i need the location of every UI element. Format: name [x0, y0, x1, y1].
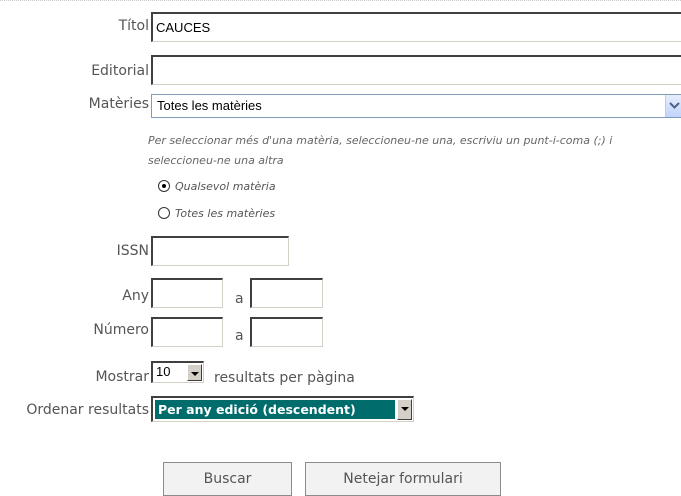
- top-divider: [0, 0, 681, 3]
- any-to-input[interactable]: [250, 278, 323, 308]
- ordenar-label: Ordenar resultats: [26, 402, 149, 418]
- mostrar-label: Mostrar: [95, 369, 149, 385]
- ordenar-select[interactable]: Per any edició (descendent): [151, 396, 414, 422]
- any-label: Any: [122, 288, 149, 304]
- any-separator: a: [235, 291, 244, 307]
- radio-label: Qualsevol matèria: [175, 180, 276, 193]
- radio-label: Totes les matèries: [175, 207, 276, 220]
- chevron-down-icon[interactable]: [665, 95, 681, 117]
- materies-selected: Totes les matèries: [157, 98, 262, 113]
- numero-separator: a: [235, 328, 244, 344]
- editorial-input[interactable]: [151, 55, 681, 85]
- issn-label: ISSN: [116, 243, 149, 259]
- radio-button[interactable]: [158, 207, 170, 219]
- materies-select[interactable]: Totes les matèries: [151, 94, 681, 118]
- materies-hint: Per seleccionar més d'una matèria, selec…: [148, 134, 613, 167]
- numero-from-input[interactable]: [151, 317, 223, 347]
- numero-to-input[interactable]: [250, 317, 323, 347]
- any-from-input[interactable]: [151, 278, 223, 308]
- ordenar-selected: Per any edició (descendent): [158, 402, 356, 417]
- mostrar-suffix: resultats per pàgina: [214, 370, 355, 386]
- editorial-label: Editorial: [91, 63, 149, 79]
- radio-button-checked[interactable]: [158, 180, 170, 192]
- mostrar-selected: 10: [156, 364, 171, 379]
- titol-label: Títol: [118, 18, 149, 34]
- mostrar-select[interactable]: 10: [151, 361, 204, 383]
- titol-input[interactable]: CAUCES: [151, 12, 681, 42]
- materies-label: Matèries: [88, 96, 149, 112]
- chevron-down-icon[interactable]: [187, 364, 202, 381]
- chevron-down-icon[interactable]: [397, 399, 412, 420]
- search-button[interactable]: Buscar: [163, 462, 292, 496]
- issn-input[interactable]: [151, 236, 289, 266]
- reset-form-button[interactable]: Netejar formulari: [305, 462, 501, 496]
- numero-label: Número: [93, 322, 149, 338]
